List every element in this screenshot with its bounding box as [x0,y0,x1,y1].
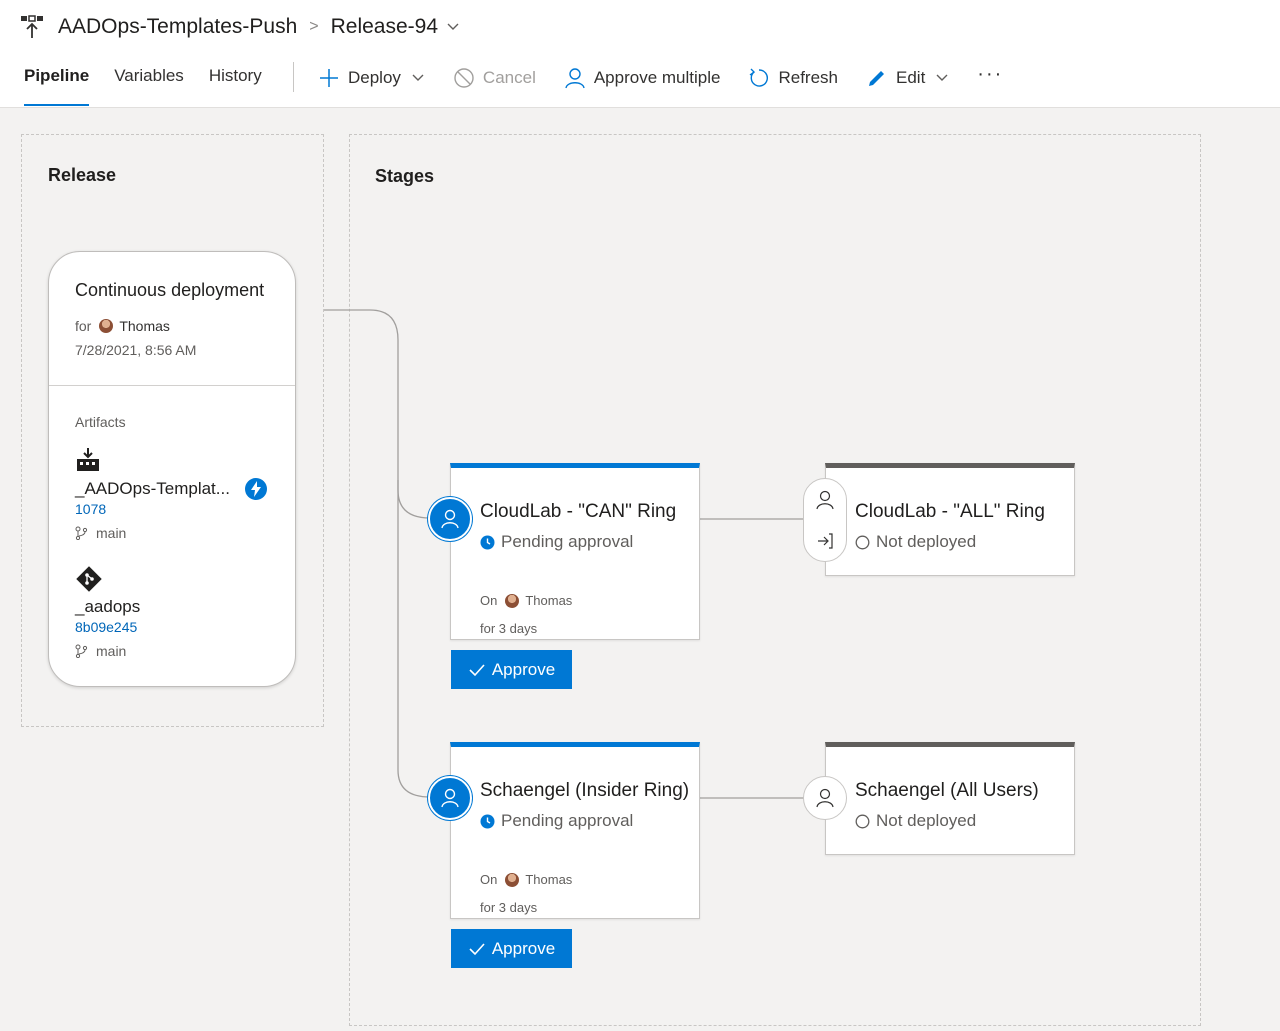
circle-outline-icon [855,814,870,828]
stage-card-cloudlab-can[interactable]: CloudLab - "CAN" Ring Pending approval O… [450,463,700,640]
artifact-version-link[interactable]: 1078 [75,501,106,517]
stage-status: Pending approval [480,811,633,831]
artifact-name: _AADOps-Templat... [75,479,230,498]
stage-card-schaengel-insider[interactable]: Schaengel (Insider Ring) Pending approva… [450,742,700,919]
stage-name: Schaengel (All Users) [855,780,1039,801]
person-icon[interactable] [816,490,834,510]
on-label: On [480,872,498,887]
approve-label: Approve [491,938,556,958]
on-label: On [480,593,498,608]
stage-status: Not deployed [855,532,976,552]
stage-status: Not deployed [855,811,976,831]
person-icon [441,509,459,529]
checkmark-icon [469,663,485,676]
stage-status-text: Not deployed [876,532,977,551]
artifact-version-link[interactable]: 8b09e245 [75,619,137,635]
release-card[interactable]: Continuous deployment for Thomas 7/28/20… [48,251,296,687]
pre-deployment-approval-button[interactable] [428,776,472,820]
artifact-branch: main [75,643,126,659]
branch-name: main [96,525,127,541]
stage-status-text: Pending approval [501,532,634,551]
stage-card-cloudlab-all[interactable]: CloudLab - "ALL" Ring Not deployed [825,463,1075,576]
release-requester: for Thomas [75,318,170,334]
approve-button[interactable]: Approve [451,929,572,968]
approver-name: Thomas [525,593,573,608]
stage-name: CloudLab - "ALL" Ring [855,501,1045,522]
branch-name: main [96,643,127,659]
pre-deployment-conditions[interactable] [803,776,847,820]
avatar [505,872,520,887]
artifact-branch: main [75,525,126,541]
branch-icon [75,644,88,658]
stage-approver: On Thomas [480,593,572,608]
avatar [99,319,114,333]
build-artifact-icon [77,448,99,471]
approve-button[interactable]: Approve [451,650,572,689]
requester-name: Thomas [119,318,170,334]
for-label: for [75,318,92,334]
branch-icon [75,526,88,540]
clock-icon [480,535,495,549]
avatar [505,593,520,608]
release-timestamp: 7/28/2021, 8:56 AM [75,342,197,358]
continuous-deployment-trigger-icon[interactable] [244,477,268,501]
stage-name: CloudLab - "CAN" Ring [480,501,677,522]
checkmark-icon [469,942,485,955]
approver-name: Thomas [525,872,573,887]
stage-name: Schaengel (Insider Ring) [480,780,690,801]
stage-duration: for 3 days [480,900,538,915]
stage-status-text: Not deployed [876,811,977,830]
artifacts-label: Artifacts [75,414,126,430]
stage-approver: On Thomas [480,872,572,887]
person-icon [441,788,459,808]
stage-card-schaengel-all-users[interactable]: Schaengel (All Users) Not deployed [825,742,1075,855]
pre-deployment-approval-button[interactable] [428,497,472,541]
stage-duration: for 3 days [480,621,538,636]
git-icon [76,566,102,592]
artifact-name: _aadops [75,597,141,616]
approve-label: Approve [491,659,556,679]
divider [49,385,295,386]
circle-outline-icon [855,535,870,549]
person-icon[interactable] [816,788,834,808]
pre-deployment-conditions[interactable] [803,478,847,562]
stage-status-text: Pending approval [501,811,634,830]
trigger-type: Continuous deployment [75,280,265,300]
gate-icon[interactable] [816,532,834,550]
stage-status: Pending approval [480,532,633,552]
clock-icon [480,814,495,828]
